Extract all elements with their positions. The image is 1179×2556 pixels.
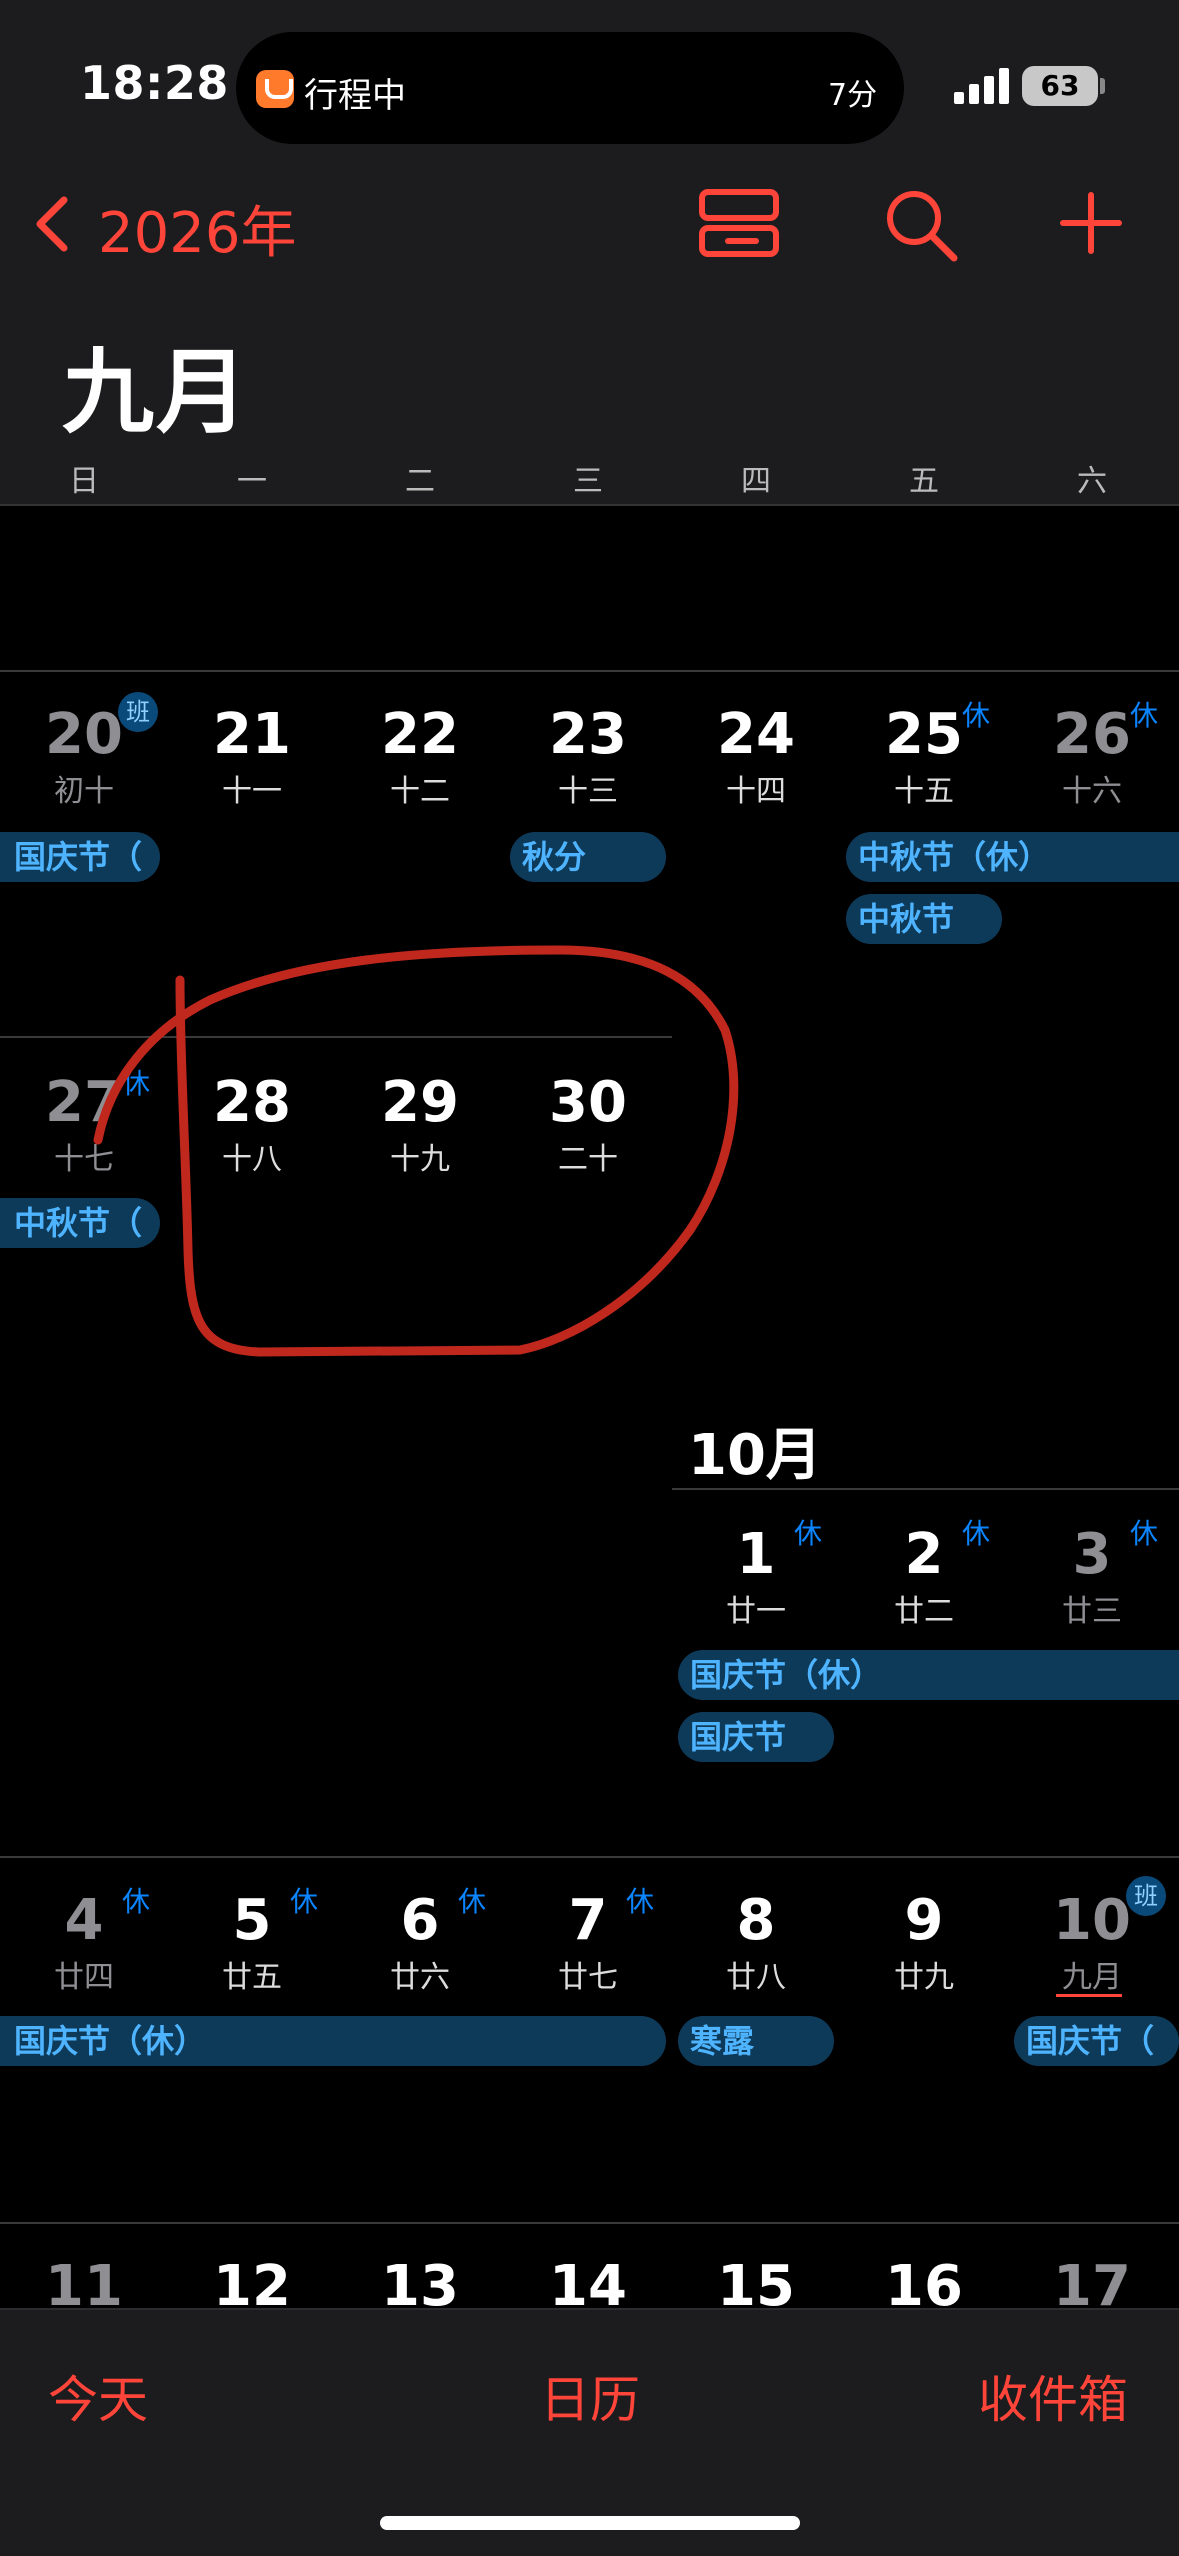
lunar-25: 十五 bbox=[894, 774, 954, 809]
day-21[interactable]: 21 bbox=[168, 702, 336, 767]
day-28[interactable]: 28 bbox=[168, 1070, 336, 1135]
weekday-sun: 日 bbox=[69, 464, 99, 499]
lunar-20: 初十 bbox=[54, 774, 114, 809]
day-29[interactable]: 29 bbox=[336, 1070, 504, 1135]
day-22[interactable]: 22 bbox=[336, 702, 504, 767]
event-mid-autumn-holiday[interactable]: 中秋节（休） bbox=[846, 832, 1179, 882]
status-time: 18:28 bbox=[80, 56, 229, 110]
search-icon[interactable] bbox=[884, 188, 958, 262]
calendars-button[interactable]: 日历 bbox=[540, 2360, 640, 2432]
lunar-27: 十七 bbox=[54, 1142, 114, 1177]
lunar-month-underline bbox=[1056, 1994, 1122, 1997]
month-title: 九月 bbox=[62, 339, 251, 446]
lunar-oct-9: 廿九 bbox=[894, 1960, 954, 1995]
holiday-badge: 休 bbox=[794, 1517, 823, 1550]
holiday-badge: 休 bbox=[1130, 1517, 1159, 1550]
lunar-28: 十八 bbox=[222, 1142, 282, 1177]
lunar-oct-1: 廿一 bbox=[726, 1594, 786, 1629]
home-indicator[interactable] bbox=[380, 2516, 800, 2530]
holiday-badge: 休 bbox=[626, 1885, 655, 1918]
day-30[interactable]: 30 bbox=[504, 1070, 672, 1135]
weekday-wed: 三 bbox=[573, 464, 603, 499]
weekday-mon: 一 bbox=[237, 464, 267, 499]
event-national-day-holiday[interactable]: 国庆节（休） bbox=[0, 2016, 666, 2066]
workday-badge: 班 bbox=[1126, 1876, 1166, 1916]
lunar-oct-4: 廿四 bbox=[54, 1960, 114, 1995]
event-national-day-continued[interactable]: 国庆节（ bbox=[1014, 2016, 1179, 2066]
month-label-october: 10月 bbox=[688, 1423, 822, 1488]
holiday-badge: 休 bbox=[122, 1067, 151, 1100]
event-mid-autumn[interactable]: 中秋节 bbox=[846, 894, 1002, 944]
lunar-24: 十四 bbox=[726, 774, 786, 809]
lunar-oct-5: 廿五 bbox=[222, 1960, 282, 1995]
lunar-30: 二十 bbox=[558, 1142, 618, 1177]
weekday-fri: 五 bbox=[909, 464, 939, 499]
holiday-badge: 休 bbox=[962, 1517, 991, 1550]
week-divider bbox=[0, 1036, 672, 1038]
event-national-day[interactable]: 国庆节 bbox=[678, 1712, 834, 1762]
lunar-oct-3: 廿三 bbox=[1062, 1594, 1122, 1629]
event-cold-dew[interactable]: 寒露 bbox=[678, 2016, 834, 2066]
event-national-day-holiday[interactable]: 国庆节（休） bbox=[678, 1650, 1179, 1700]
day-oct-8[interactable]: 8 bbox=[672, 1888, 840, 1953]
chevron-left-icon[interactable] bbox=[30, 194, 74, 254]
inbox-button[interactable]: 收件箱 bbox=[978, 2360, 1128, 2432]
weekday-sat: 六 bbox=[1077, 464, 1107, 499]
lunar-oct-10: 九月 bbox=[1062, 1960, 1122, 1995]
lunar-22: 十二 bbox=[390, 774, 450, 809]
lunar-26: 十六 bbox=[1062, 774, 1122, 809]
today-button[interactable]: 今天 bbox=[48, 2360, 148, 2432]
day-oct-9[interactable]: 9 bbox=[840, 1888, 1008, 1953]
lunar-oct-2: 廿二 bbox=[894, 1594, 954, 1629]
week-divider bbox=[0, 2222, 1179, 2224]
event-mid-autumn-continued[interactable]: 中秋节（ bbox=[0, 1198, 160, 1248]
holiday-badge: 休 bbox=[122, 1885, 151, 1918]
week-divider bbox=[0, 1856, 1179, 1858]
weekday-divider bbox=[0, 504, 1179, 506]
week-divider bbox=[0, 670, 1179, 672]
battery-icon: 63 bbox=[1022, 66, 1098, 106]
holiday-badge: 休 bbox=[962, 699, 991, 732]
cellular-signal-icon bbox=[954, 68, 1010, 104]
holiday-badge: 休 bbox=[290, 1885, 319, 1918]
year-back-button[interactable]: 2026年 bbox=[98, 188, 297, 269]
lunar-23: 十三 bbox=[558, 774, 618, 809]
didi-app-icon bbox=[256, 70, 294, 108]
event-national-day-continued[interactable]: 国庆节（ bbox=[0, 832, 160, 882]
battery-tip bbox=[1100, 78, 1105, 94]
holiday-badge: 休 bbox=[1130, 699, 1159, 732]
lunar-oct-8: 廿八 bbox=[726, 1960, 786, 1995]
live-activity-eta: 7分 bbox=[828, 78, 878, 113]
lunar-29: 十九 bbox=[390, 1142, 450, 1177]
weekday-thu: 四 bbox=[741, 464, 771, 499]
day-24[interactable]: 24 bbox=[672, 702, 840, 767]
lunar-oct-7: 廿七 bbox=[558, 1960, 618, 1995]
day-23[interactable]: 23 bbox=[504, 702, 672, 767]
live-activity-label: 行程中 bbox=[304, 76, 406, 116]
weekday-tue: 二 bbox=[405, 464, 435, 499]
plus-icon[interactable] bbox=[1060, 192, 1122, 254]
list-view-icon[interactable] bbox=[698, 188, 780, 260]
holiday-badge: 休 bbox=[458, 1885, 487, 1918]
lunar-21: 十一 bbox=[222, 774, 282, 809]
event-autumn-equinox[interactable]: 秋分 bbox=[510, 832, 666, 882]
lunar-oct-6: 廿六 bbox=[390, 1960, 450, 1995]
workday-badge: 班 bbox=[118, 692, 158, 732]
week-divider bbox=[672, 1488, 1179, 1490]
